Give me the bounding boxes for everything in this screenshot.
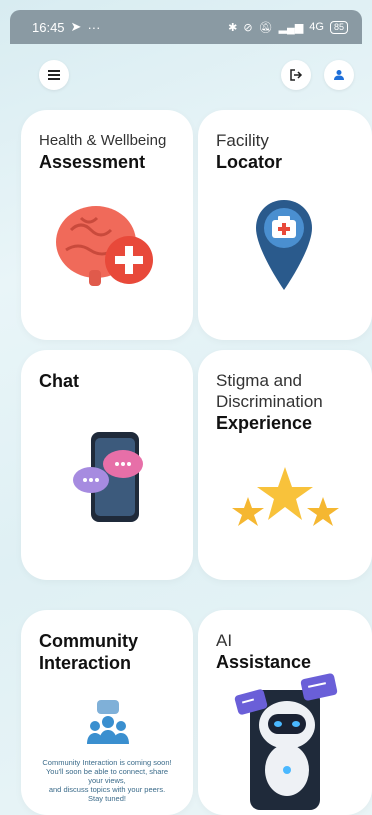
assessment-subtitle: Health & Wellbeing <box>39 132 167 149</box>
menu-button[interactable] <box>39 60 69 90</box>
mute-icon: 🔕︎ <box>258 21 273 34</box>
logout-icon <box>290 69 303 81</box>
stigma-title: Experience <box>216 413 313 433</box>
community-card[interactable]: Community Interaction Community Interact… <box>21 610 193 815</box>
chat-phone-icon <box>73 432 143 522</box>
bluetooth-icon: ✱ <box>228 21 238 34</box>
robot-assistant-icon <box>234 673 338 810</box>
ai-subtitle: AI <box>216 631 233 650</box>
location-pin-icon <box>256 200 312 290</box>
logout-button[interactable] <box>281 60 311 90</box>
community-icon <box>87 700 129 744</box>
send-icon: ➤ <box>70 19 82 34</box>
signal-icon: ▂▄▆ <box>278 21 304 34</box>
stigma-subtitle-1: Stigma and <box>216 371 302 390</box>
stigma-card[interactable]: Stigma and Discrimination Experience <box>198 350 372 580</box>
battery-icon: 85 <box>329 20 348 34</box>
status-bar: 16:45 ➤ ··· ✱ ⊘ 🔕︎ ▂▄▆ 4G 85 <box>10 10 362 44</box>
chat-title: Chat <box>39 371 79 391</box>
status-time: 16:45 <box>32 19 65 35</box>
assessment-title: Assessment <box>39 152 146 172</box>
stigma-subtitle-2: Discrimination <box>216 392 323 411</box>
hamburger-icon <box>48 70 60 80</box>
stars-icon <box>232 467 339 526</box>
brain-plus-icon <box>56 206 153 286</box>
locator-title: Locator <box>216 152 283 172</box>
community-title-2: Interaction <box>39 653 132 673</box>
person-icon <box>334 70 344 80</box>
chat-card[interactable]: Chat <box>21 350 193 580</box>
link-icon: ⊘ <box>243 21 253 34</box>
community-coming-soon-note: Community Interaction is coming soon! Yo… <box>42 758 172 803</box>
community-title-1: Community <box>39 631 138 651</box>
more-icon: ··· <box>87 19 101 35</box>
network-type: 4G <box>309 21 324 33</box>
profile-button[interactable] <box>324 60 354 90</box>
locator-subtitle: Facility <box>216 131 269 150</box>
assessment-card[interactable]: Health & Wellbeing Assessment <box>21 110 193 340</box>
facility-locator-card[interactable]: Facility Locator <box>198 110 372 340</box>
ai-assistance-card[interactable]: AI Assistance <box>198 610 372 815</box>
